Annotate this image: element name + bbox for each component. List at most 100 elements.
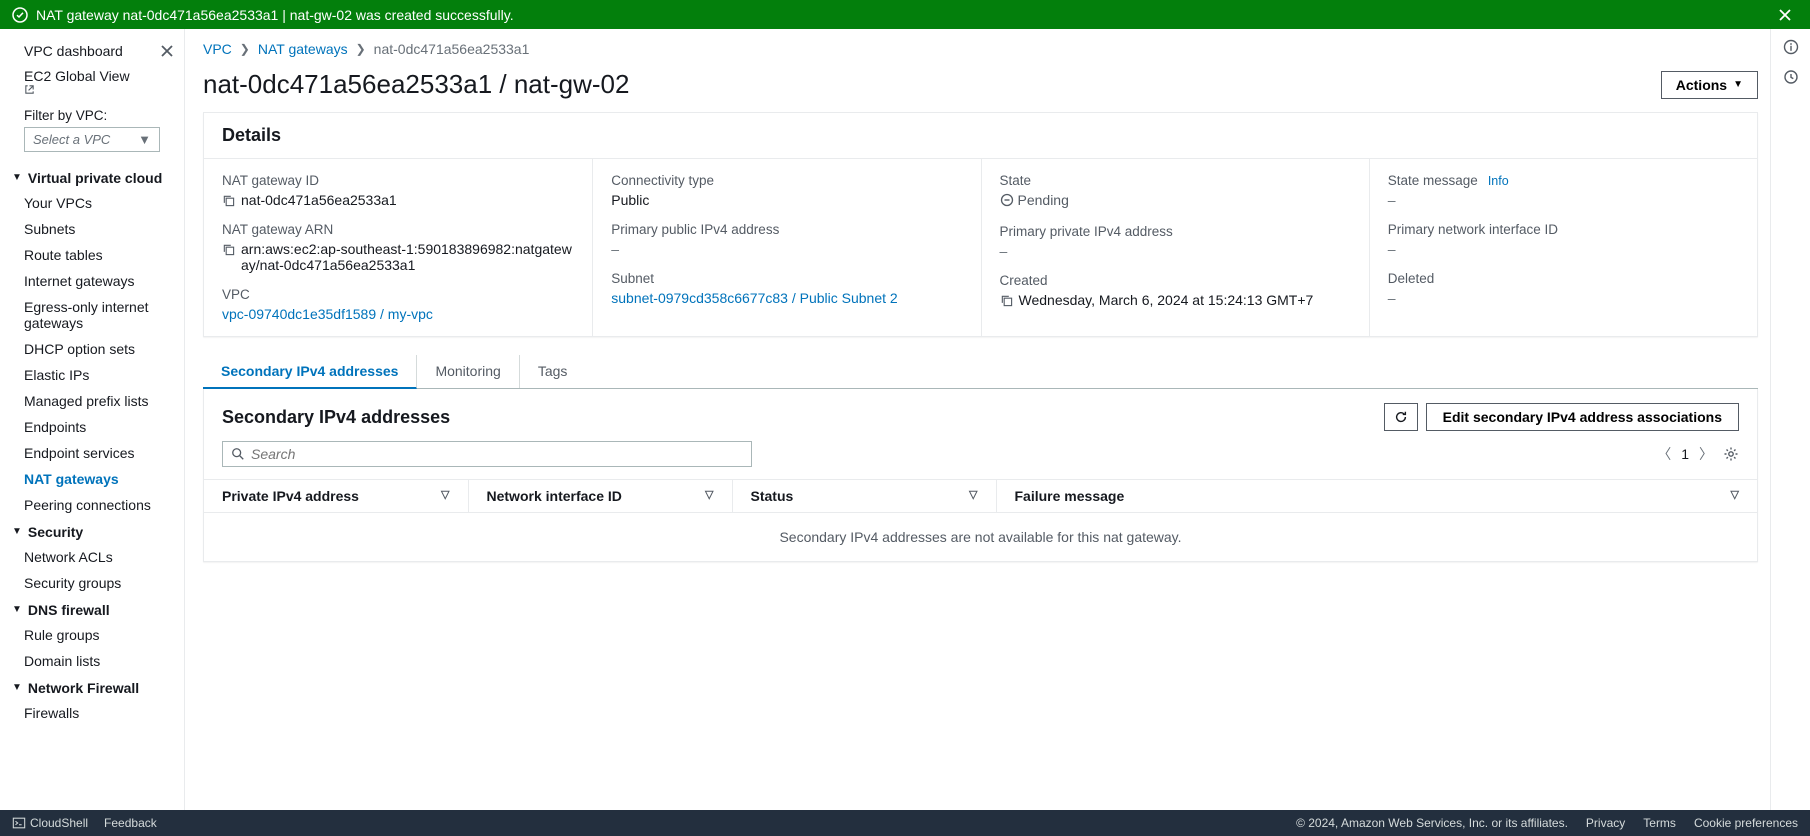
details-panel: Details NAT gateway ID nat-0dc471a56ea25… — [203, 112, 1758, 337]
edit-associations-button[interactable]: Edit secondary IPv4 address associations — [1426, 403, 1739, 431]
success-flash: NAT gateway nat-0dc471a56ea2533a1 | nat-… — [0, 0, 1810, 29]
chevron-right-icon: ❯ — [240, 42, 250, 56]
sidebar-item-firewalls[interactable]: Firewalls — [0, 700, 184, 726]
sidebar-item-subnets[interactable]: Subnets — [0, 216, 184, 242]
footer-cookie[interactable]: Cookie preferences — [1694, 816, 1798, 830]
label-nat-arn: NAT gateway ARN — [222, 222, 574, 237]
label-deleted: Deleted — [1388, 271, 1739, 286]
search-input[interactable] — [251, 446, 743, 462]
flash-close-button[interactable] — [1772, 6, 1798, 24]
sidebar-close-icon[interactable] — [160, 44, 174, 58]
copy-icon[interactable] — [1000, 294, 1013, 307]
sidebar-item-route-tables[interactable]: Route tables — [0, 242, 184, 268]
label-vpc: VPC — [222, 287, 574, 302]
value-created: Wednesday, March 6, 2024 at 15:24:13 GMT… — [1019, 292, 1314, 308]
pagination: 〈 1 〉 — [1657, 444, 1739, 464]
check-circle-icon — [12, 7, 28, 23]
value-deleted: – — [1388, 290, 1396, 306]
col-network-interface[interactable]: Network interface ID▽ — [468, 480, 732, 513]
sidebar-section-vpc[interactable]: ▼Virtual private cloud — [0, 164, 184, 190]
breadcrumb-current: nat-0dc471a56ea2533a1 — [374, 41, 530, 57]
value-private-ip: – — [1000, 243, 1008, 259]
sort-icon: ▽ — [1731, 488, 1739, 501]
value-subnet-link[interactable]: subnet-0979cd358c6677c83 / Public Subnet… — [611, 290, 897, 306]
breadcrumb: VPC ❯ NAT gateways ❯ nat-0dc471a56ea2533… — [203, 39, 1758, 63]
footer-copyright: © 2024, Amazon Web Services, Inc. or its… — [1296, 816, 1568, 830]
value-state: Pending — [1018, 192, 1069, 208]
pending-icon — [1000, 193, 1014, 207]
value-pni: – — [1388, 241, 1396, 257]
label-created: Created — [1000, 273, 1351, 288]
sidebar-item-dhcp[interactable]: DHCP option sets — [0, 336, 184, 362]
sidebar-item-prefix-lists[interactable]: Managed prefix lists — [0, 388, 184, 414]
col-failure-message[interactable]: Failure message▽ — [996, 480, 1757, 513]
value-state-message: – — [1388, 192, 1396, 208]
sidebar-item-elastic-ips[interactable]: Elastic IPs — [0, 362, 184, 388]
sidebar-item-security-groups[interactable]: Security groups — [0, 570, 184, 596]
sidebar-item-nacls[interactable]: Network ACLs — [0, 544, 184, 570]
sidebar-item-egress-only-igw[interactable]: Egress-only internet gateways — [0, 294, 184, 336]
label-subnet: Subnet — [611, 271, 962, 286]
sidebar-item-rule-groups[interactable]: Rule groups — [0, 622, 184, 648]
label-private-ip: Primary private IPv4 address — [1000, 224, 1351, 239]
col-status[interactable]: Status▽ — [732, 480, 996, 513]
sort-icon: ▽ — [441, 488, 449, 501]
tab-secondary-ips[interactable]: Secondary IPv4 addresses — [203, 355, 417, 389]
caret-down-icon: ▼ — [1733, 79, 1743, 90]
sidebar-item-internet-gateways[interactable]: Internet gateways — [0, 268, 184, 294]
col-private-ip[interactable]: Private IPv4 address▽ — [204, 480, 468, 513]
label-connectivity: Connectivity type — [611, 173, 962, 188]
sidebar-section-dns[interactable]: ▼DNS firewall — [0, 596, 184, 622]
main-content: VPC ❯ NAT gateways ❯ nat-0dc471a56ea2533… — [185, 29, 1770, 810]
tabs: Secondary IPv4 addresses Monitoring Tags — [203, 355, 1758, 389]
table-settings-button[interactable] — [1723, 446, 1739, 462]
secondary-ips-table: Private IPv4 address▽ Network interface … — [204, 479, 1757, 561]
sidebar-item-endpoints[interactable]: Endpoints — [0, 414, 184, 440]
value-nat-id: nat-0dc471a56ea2533a1 — [241, 192, 397, 208]
sidebar-section-security[interactable]: ▼Security — [0, 518, 184, 544]
sidebar-item-nat-gateways[interactable]: NAT gateways — [0, 466, 184, 492]
copy-icon[interactable] — [222, 194, 235, 207]
tools-rail — [1770, 29, 1810, 810]
sidebar-item-peering[interactable]: Peering connections — [0, 492, 184, 518]
refresh-button[interactable] — [1384, 403, 1418, 431]
breadcrumb-vpc[interactable]: VPC — [203, 41, 232, 57]
label-state-message: State message Info — [1388, 173, 1739, 188]
cloudshell-button[interactable]: CloudShell — [12, 816, 88, 830]
sidebar-section-netfw[interactable]: ▼Network Firewall — [0, 674, 184, 700]
sidebar-item-endpoint-services[interactable]: Endpoint services — [0, 440, 184, 466]
secondary-ips-heading: Secondary IPv4 addresses — [222, 407, 450, 428]
sidebar-item-domain-lists[interactable]: Domain lists — [0, 648, 184, 674]
page-number: 1 — [1681, 446, 1689, 462]
sort-icon: ▽ — [705, 488, 713, 501]
footer-terms[interactable]: Terms — [1643, 816, 1676, 830]
copy-icon[interactable] — [222, 243, 235, 256]
sidebar-vpc-dashboard[interactable]: VPC dashboard — [24, 43, 123, 59]
value-public-ip: – — [611, 241, 619, 257]
search-input-wrapper[interactable] — [222, 441, 752, 467]
actions-dropdown-button[interactable]: Actions ▼ — [1661, 71, 1758, 99]
feedback-link[interactable]: Feedback — [104, 816, 157, 830]
footer-privacy[interactable]: Privacy — [1586, 816, 1625, 830]
tab-monitoring[interactable]: Monitoring — [417, 355, 519, 388]
sidebar-vpc-filter-select[interactable]: Select a VPC ▼ — [24, 127, 160, 152]
value-connectivity: Public — [611, 192, 649, 208]
sidebar: VPC dashboard EC2 Global View Filter by … — [0, 29, 185, 810]
history-icon[interactable] — [1783, 69, 1799, 85]
sort-icon: ▽ — [969, 488, 977, 501]
sidebar-item-your-vpcs[interactable]: Your VPCs — [0, 190, 184, 216]
value-nat-arn: arn:aws:ec2:ap-southeast-1:590183896982:… — [241, 241, 574, 273]
label-state: State — [1000, 173, 1351, 188]
tab-tags[interactable]: Tags — [520, 355, 586, 388]
value-vpc-link[interactable]: vpc-09740dc1e35df1589 / my-vpc — [222, 306, 433, 322]
info-link[interactable]: Info — [1488, 174, 1509, 188]
details-heading: Details — [222, 125, 1739, 146]
sidebar-ec2-global-view[interactable]: EC2 Global View — [0, 63, 184, 100]
info-icon[interactable] — [1783, 39, 1799, 55]
prev-page-button[interactable]: 〈 — [1657, 444, 1671, 464]
label-pni: Primary network interface ID — [1388, 222, 1739, 237]
breadcrumb-nat-gateways[interactable]: NAT gateways — [258, 41, 348, 57]
next-page-button[interactable]: 〉 — [1699, 444, 1713, 464]
secondary-ips-panel: Secondary IPv4 addresses Edit secondary … — [203, 389, 1758, 562]
table-empty-message: Secondary IPv4 addresses are not availab… — [204, 513, 1757, 562]
